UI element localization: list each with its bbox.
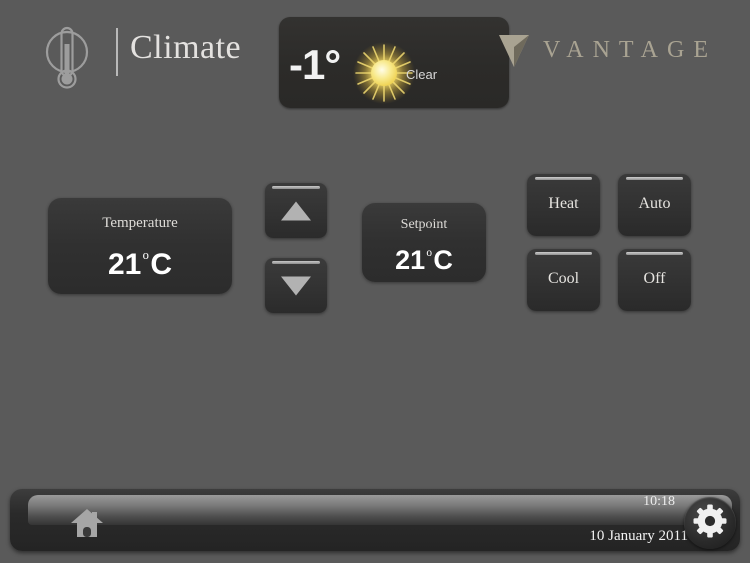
status-date: 10 January 2011: [589, 528, 688, 544]
triangle-down-icon: [281, 276, 311, 295]
brand-name: VANTAGE: [543, 36, 717, 63]
setpoint-degree-symbol: o: [426, 246, 432, 259]
setpoint-display: Setpoint 21oC: [362, 203, 486, 282]
brand-logo: VANTAGE: [499, 33, 717, 67]
page-title: Climate: [130, 29, 242, 66]
temperature-degree-symbol: o: [142, 248, 149, 263]
mode-button-auto[interactable]: Auto: [618, 174, 691, 236]
weather-temperature: -1°: [289, 41, 341, 88]
setpoint-increase-button[interactable]: [265, 183, 327, 238]
mode-label-off: Off: [643, 270, 666, 287]
mode-button-off[interactable]: Off: [618, 249, 691, 311]
setpoint-decrease-button[interactable]: [265, 258, 327, 313]
settings-button[interactable]: [684, 497, 736, 549]
home-icon[interactable]: [70, 508, 104, 538]
setpoint-value: 21: [395, 245, 426, 275]
weather-widget[interactable]: -1° Clear: [279, 17, 509, 108]
mode-label-cool: Cool: [547, 270, 580, 287]
setpoint-unit: C: [433, 245, 453, 275]
title-divider: [116, 28, 118, 76]
weather-condition: Clear: [406, 67, 438, 82]
mode-label-auto: Auto: [638, 195, 671, 212]
status-time: 10:18: [643, 494, 675, 509]
setpoint-label: Setpoint: [400, 217, 448, 232]
temperature-value: 21: [107, 248, 142, 281]
header: Climate -1° Clear VANTAGE: [0, 0, 750, 115]
temperature-label: Temperature: [102, 215, 178, 231]
gear-icon: [693, 504, 727, 543]
mode-label-heat: Heat: [548, 195, 579, 212]
mode-button-heat[interactable]: Heat: [527, 174, 600, 236]
setpoint-value-row: 21oC: [362, 245, 486, 276]
temperature-display: Temperature 21oC: [48, 198, 232, 294]
triangle-up-icon: [281, 201, 311, 220]
temperature-value-row: 21oC: [48, 248, 232, 282]
mode-button-cool[interactable]: Cool: [527, 249, 600, 311]
thermometer-icon: [42, 22, 92, 92]
temperature-unit: C: [150, 248, 173, 281]
vantage-chevron-icon: [499, 33, 530, 67]
status-bar-gloss: [28, 495, 732, 525]
